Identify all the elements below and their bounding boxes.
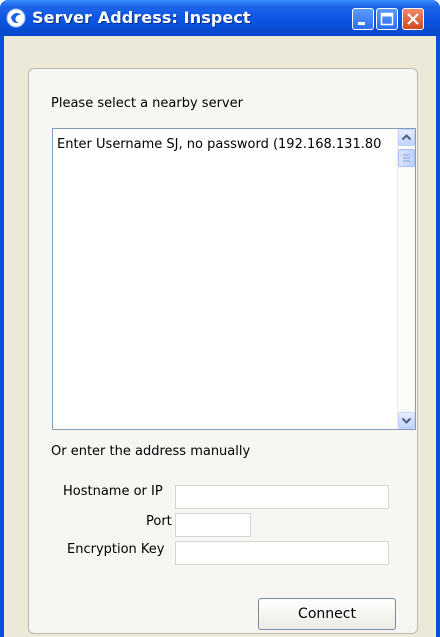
- dialog-window: Server Address: Inspect Please select a …: [0, 0, 440, 637]
- minimize-icon: [358, 22, 365, 25]
- port-label: Port: [146, 514, 172, 529]
- scroll-down-button[interactable]: [398, 412, 415, 429]
- close-button[interactable]: [402, 8, 424, 30]
- port-input[interactable]: [175, 513, 251, 537]
- app-icon: [6, 8, 26, 28]
- window-title: Server Address: Inspect: [32, 8, 251, 27]
- maximize-button[interactable]: [376, 8, 398, 30]
- server-list-item[interactable]: Enter Username SJ, no password (192.168.…: [57, 137, 395, 152]
- hostname-label: Hostname or IP: [63, 484, 163, 499]
- server-list[interactable]: Enter Username SJ, no password (192.168.…: [52, 128, 416, 430]
- vertical-scrollbar[interactable]: [397, 129, 415, 429]
- close-icon: [407, 13, 419, 25]
- manual-entry-label: Or enter the address manually: [51, 444, 251, 459]
- grip-icon: [403, 154, 410, 162]
- select-server-label: Please select a nearby server: [51, 96, 243, 111]
- minimize-button[interactable]: [352, 8, 374, 30]
- hostname-input[interactable]: [175, 485, 389, 509]
- scroll-up-button[interactable]: [398, 129, 415, 146]
- chevron-up-icon: [401, 134, 412, 141]
- chevron-down-icon: [401, 417, 412, 424]
- title-bar[interactable]: Server Address: Inspect: [0, 0, 440, 36]
- scroll-thumb[interactable]: [398, 149, 415, 167]
- maximize-icon: [380, 12, 394, 26]
- encryption-key-input[interactable]: [175, 541, 389, 565]
- connect-button[interactable]: Connect: [258, 598, 396, 630]
- encryption-key-label: Encryption Key: [67, 542, 165, 557]
